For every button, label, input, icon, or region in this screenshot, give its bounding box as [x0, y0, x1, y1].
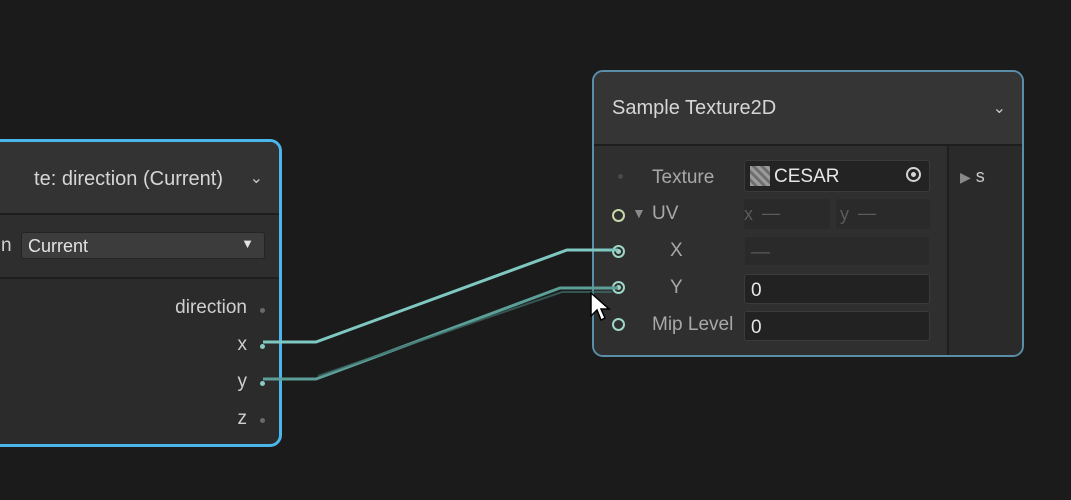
output-s-label: s: [975, 166, 985, 186]
chevron-down-icon[interactable]: ⌄: [993, 98, 1006, 118]
port-x[interactable]: [612, 245, 625, 258]
uv-x-value: —: [762, 203, 780, 223]
triangle-down-icon: ▼: [241, 236, 254, 251]
y-value: 0: [751, 280, 762, 301]
output-port-y[interactable]: y: [238, 371, 248, 393]
x-value: —: [751, 242, 770, 263]
node-direction-header[interactable]: te: direction (Current) ⌄: [0, 142, 279, 215]
x-label: X: [670, 240, 683, 261]
uv-x-field: x —: [744, 199, 830, 229]
node-sample-texture2d[interactable]: Sample Texture2D ⌄ Texture CESAR ▼ UV x …: [592, 70, 1024, 357]
texture-name: CESAR: [774, 166, 840, 187]
uv-x-label: x: [744, 204, 753, 224]
port-y[interactable]: [612, 281, 625, 294]
port-dot-texture[interactable]: [618, 174, 623, 179]
node-title: Sample Texture2D: [612, 97, 777, 119]
node-direction[interactable]: te: direction (Current) ⌄ n Current ▼ di…: [0, 139, 282, 447]
uv-y-field: y —: [836, 199, 930, 229]
port-mip-level[interactable]: [612, 318, 625, 331]
space-option-row: n Current ▼: [0, 215, 279, 279]
texture-thumbnail-icon: [750, 166, 770, 186]
port-dot-z[interactable]: [260, 418, 265, 423]
triangle-right-icon: ▶: [960, 169, 971, 185]
option-label: n: [1, 235, 12, 256]
uv-label: UV: [652, 203, 679, 224]
mouse-pointer-icon: [590, 292, 611, 322]
x-field: —: [744, 236, 930, 266]
port-dot-x[interactable]: [260, 344, 265, 349]
wire-y-to-y-shadow: [317, 291, 612, 377]
output-port-x[interactable]: x: [238, 334, 248, 356]
chevron-down-icon[interactable]: ⌄: [250, 168, 263, 188]
shader-graph-canvas[interactable]: te: direction (Current) ⌄ n Current ▼ di…: [0, 0, 1071, 500]
uv-y-label: y: [840, 204, 849, 224]
output-port-direction[interactable]: direction: [175, 297, 247, 319]
node-title: te: direction (Current): [34, 168, 223, 190]
mip-level-label: Mip Level: [652, 314, 734, 335]
mip-level-value: 0: [751, 317, 762, 338]
port-uv[interactable]: [612, 209, 625, 222]
port-dot-direction[interactable]: [260, 308, 265, 313]
target-icon[interactable]: [906, 167, 921, 182]
port-dot-y[interactable]: [260, 381, 265, 386]
texture-field[interactable]: CESAR: [744, 160, 930, 192]
node-sample-texture2d-header[interactable]: Sample Texture2D ⌄: [594, 72, 1022, 146]
wire-x-to-x[interactable]: [263, 248, 618, 344]
wire-y-to-y[interactable]: [263, 286, 618, 381]
output-port-s[interactable]: ▶ s: [960, 166, 985, 187]
mip-level-field[interactable]: 0: [744, 311, 930, 341]
output-port-z[interactable]: z: [238, 408, 248, 430]
space-dropdown[interactable]: Current ▼: [21, 232, 265, 259]
y-label: Y: [670, 277, 683, 298]
y-field[interactable]: 0: [744, 274, 930, 304]
triangle-down-icon[interactable]: ▼: [632, 205, 646, 221]
uv-y-value: —: [858, 203, 876, 223]
texture-label: Texture: [652, 167, 715, 188]
dropdown-value: Current: [28, 236, 89, 256]
